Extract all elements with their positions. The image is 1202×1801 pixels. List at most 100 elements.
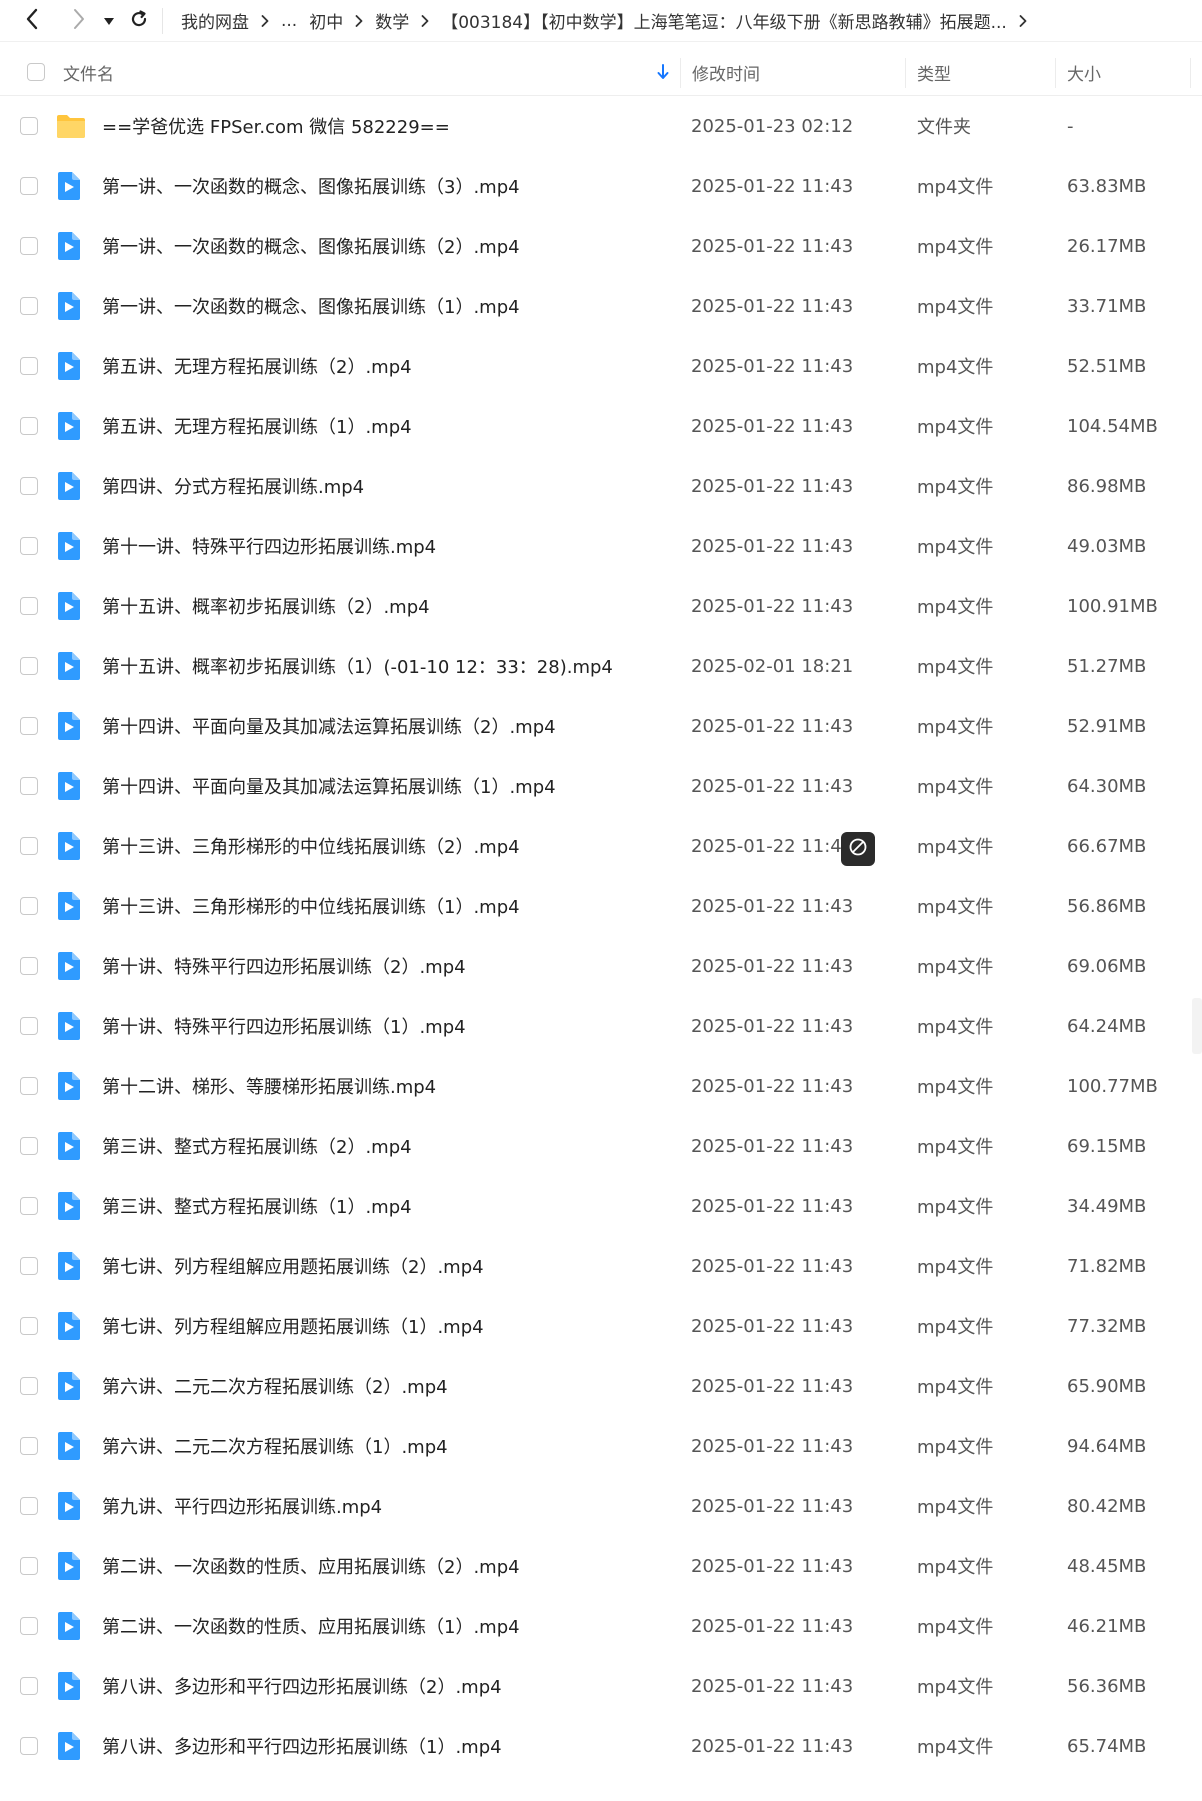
row-checkbox[interactable] — [20, 177, 38, 195]
column-header-type[interactable]: 类型 — [917, 48, 951, 96]
column-header-size[interactable]: 大小 — [1067, 48, 1101, 96]
table-row[interactable]: 第二讲、一次函数的性质、应用拓展训练（1）.mp4 2025-01-22 11:4… — [0, 1596, 1202, 1656]
file-name[interactable]: 第十五讲、概率初步拓展训练（2）.mp4 — [102, 576, 430, 636]
table-row[interactable]: 第十三讲、三角形梯形的中位线拓展训练（1）.mp4 2025-01-22 11:4… — [0, 876, 1202, 936]
table-row[interactable]: 第八讲、多边形和平行四边形拓展训练（1）.mp4 2025-01-22 11:43… — [0, 1716, 1202, 1776]
table-row[interactable]: 第八讲、多边形和平行四边形拓展训练（2）.mp4 2025-01-22 11:43… — [0, 1656, 1202, 1716]
table-row[interactable]: 第一讲、一次函数的概念、图像拓展训练（1）.mp4 2025-01-22 11:4… — [0, 276, 1202, 336]
history-dropdown-button[interactable] — [94, 0, 124, 42]
table-row[interactable]: 第十三讲、三角形梯形的中位线拓展训练（2）.mp4 2025-01-22 11:4… — [0, 816, 1202, 876]
row-checkbox[interactable] — [20, 1737, 38, 1755]
row-checkbox[interactable] — [20, 1437, 38, 1455]
row-checkbox[interactable] — [20, 117, 38, 135]
file-name[interactable]: 第五讲、无理方程拓展训练（1）.mp4 — [102, 396, 412, 456]
row-checkbox[interactable] — [20, 1077, 38, 1095]
table-row[interactable]: 第三讲、整式方程拓展训练（1）.mp4 2025-01-22 11:43 mp4文件… — [0, 1176, 1202, 1236]
table-row[interactable]: 第七讲、列方程组解应用题拓展训练（1）.mp4 2025-01-22 11:43 m… — [0, 1296, 1202, 1356]
table-row[interactable]: 第九讲、平行四边形拓展训练.mp4 2025-01-22 11:43 mp4文件 80… — [0, 1476, 1202, 1536]
row-checkbox[interactable] — [20, 1377, 38, 1395]
table-row[interactable]: 第四讲、分式方程拓展训练.mp4 2025-01-22 11:43 mp4文件 86.… — [0, 456, 1202, 516]
table-row[interactable]: 第十讲、特殊平行四边形拓展训练（2）.mp4 2025-01-22 11:43 mp… — [0, 936, 1202, 996]
breadcrumb-item-root[interactable]: 我的网盘 — [175, 8, 255, 33]
file-name[interactable]: 第二讲、一次函数的性质、应用拓展训练（1）.mp4 — [102, 1596, 520, 1656]
file-name[interactable]: 第三讲、整式方程拓展训练（1）.mp4 — [102, 1176, 412, 1236]
refresh-button[interactable] — [124, 0, 154, 42]
breadcrumb-item-junior[interactable]: 初中 — [303, 8, 349, 33]
table-row[interactable]: 第二讲、一次函数的性质、应用拓展训练（2）.mp4 2025-01-22 11:4… — [0, 1536, 1202, 1596]
breadcrumb-item-current[interactable]: 【003184】【初中数学】上海笔笔逗：八年级下册《新思路教辅》拓展题... — [435, 8, 1013, 33]
row-checkbox[interactable] — [20, 957, 38, 975]
file-name[interactable]: 第二讲、一次函数的性质、应用拓展训练（2）.mp4 — [102, 1536, 520, 1596]
row-checkbox[interactable] — [20, 1257, 38, 1275]
table-row[interactable]: 第十讲、特殊平行四边形拓展训练（1）.mp4 2025-01-22 11:43 mp… — [0, 996, 1202, 1056]
table-row[interactable]: 第五讲、无理方程拓展训练（2）.mp4 2025-01-22 11:43 mp4文件… — [0, 336, 1202, 396]
table-row[interactable]: 第十二讲、梯形、等腰梯形拓展训练.mp4 2025-01-22 11:43 mp4文… — [0, 1056, 1202, 1116]
row-checkbox[interactable] — [20, 1557, 38, 1575]
back-button[interactable] — [0, 0, 64, 42]
file-name[interactable]: 第三讲、整式方程拓展训练（2）.mp4 — [102, 1116, 412, 1176]
table-row[interactable]: 第一讲、一次函数的概念、图像拓展训练（3）.mp4 2025-01-22 11:4… — [0, 156, 1202, 216]
row-checkbox[interactable] — [20, 597, 38, 615]
row-checkbox[interactable] — [20, 717, 38, 735]
row-checkbox[interactable] — [20, 777, 38, 795]
file-name[interactable]: 第十四讲、平面向量及其加减法运算拓展训练（1）.mp4 — [102, 756, 556, 816]
row-checkbox[interactable] — [20, 1137, 38, 1155]
file-name[interactable]: 第十讲、特殊平行四边形拓展训练（1）.mp4 — [102, 996, 466, 1056]
row-checkbox[interactable] — [20, 237, 38, 255]
row-checkbox[interactable] — [20, 837, 38, 855]
file-name[interactable]: 第十二讲、梯形、等腰梯形拓展训练.mp4 — [102, 1056, 436, 1116]
row-checkbox[interactable] — [20, 1317, 38, 1335]
file-name[interactable]: 第一讲、一次函数的概念、图像拓展训练（2）.mp4 — [102, 216, 520, 276]
file-name[interactable]: 第六讲、二元二次方程拓展训练（1）.mp4 — [102, 1416, 448, 1476]
file-name[interactable]: 第一讲、一次函数的概念、图像拓展训练（1）.mp4 — [102, 276, 520, 336]
table-row[interactable]: 第十五讲、概率初步拓展训练（2）.mp4 2025-01-22 11:43 mp4文… — [0, 576, 1202, 636]
file-name[interactable]: 第十五讲、概率初步拓展训练（1）(-01-10 12：33：28).mp4 — [102, 636, 613, 696]
file-name[interactable]: 第八讲、多边形和平行四边形拓展训练（2）.mp4 — [102, 1656, 502, 1716]
sort-down-icon[interactable] — [657, 48, 669, 96]
table-row[interactable]: 第一讲、一次函数的概念、图像拓展训练（2）.mp4 2025-01-22 11:4… — [0, 216, 1202, 276]
table-row[interactable]: 第十四讲、平面向量及其加减法运算拓展训练（2）.mp4 2025-01-22 11… — [0, 696, 1202, 756]
select-all-checkbox[interactable] — [27, 63, 45, 81]
file-name[interactable]: 第五讲、无理方程拓展训练（2）.mp4 — [102, 336, 412, 396]
file-name[interactable]: 第九讲、平行四边形拓展训练.mp4 — [102, 1476, 382, 1536]
row-checkbox[interactable] — [20, 477, 38, 495]
table-row[interactable]: 第七讲、列方程组解应用题拓展训练（2）.mp4 2025-01-22 11:43 m… — [0, 1236, 1202, 1296]
forward-button[interactable] — [64, 0, 94, 42]
file-name[interactable]: 第四讲、分式方程拓展训练.mp4 — [102, 456, 364, 516]
file-name[interactable]: 第六讲、二元二次方程拓展训练（2）.mp4 — [102, 1356, 448, 1416]
file-name[interactable]: 第十三讲、三角形梯形的中位线拓展训练（2）.mp4 — [102, 816, 520, 876]
table-row[interactable]: 第十一讲、特殊平行四边形拓展训练.mp4 2025-01-22 11:43 mp4文… — [0, 516, 1202, 576]
file-name[interactable]: 第十一讲、特殊平行四边形拓展训练.mp4 — [102, 516, 436, 576]
row-checkbox[interactable] — [20, 1497, 38, 1515]
file-name[interactable]: 第七讲、列方程组解应用题拓展训练（2）.mp4 — [102, 1236, 484, 1296]
table-row[interactable]: 第十五讲、概率初步拓展训练（1）(-01-10 12：33：28).mp4 202… — [0, 636, 1202, 696]
row-checkbox[interactable] — [20, 1197, 38, 1215]
table-row[interactable]: 第十四讲、平面向量及其加减法运算拓展训练（1）.mp4 2025-01-22 11… — [0, 756, 1202, 816]
file-name[interactable]: 第十讲、特殊平行四边形拓展训练（2）.mp4 — [102, 936, 466, 996]
file-name[interactable]: 第八讲、多边形和平行四边形拓展训练（1）.mp4 — [102, 1716, 502, 1776]
row-checkbox[interactable] — [20, 417, 38, 435]
scrollbar-thumb[interactable] — [1192, 998, 1202, 1054]
row-checkbox[interactable] — [20, 297, 38, 315]
row-checkbox[interactable] — [20, 1677, 38, 1695]
file-name[interactable]: 第一讲、一次函数的概念、图像拓展训练（3）.mp4 — [102, 156, 520, 216]
table-row[interactable]: ==学爸优选 FPSer.com 微信 582229== 2025-01-23 0… — [0, 96, 1202, 156]
file-name[interactable]: ==学爸优选 FPSer.com 微信 582229== — [102, 96, 450, 156]
column-header-name[interactable]: 文件名 — [63, 48, 114, 96]
row-checkbox[interactable] — [20, 1017, 38, 1035]
row-checkbox[interactable] — [20, 357, 38, 375]
table-row[interactable]: 第六讲、二元二次方程拓展训练（1）.mp4 2025-01-22 11:43 mp4… — [0, 1416, 1202, 1476]
row-checkbox[interactable] — [20, 1617, 38, 1635]
row-checkbox[interactable] — [20, 537, 38, 555]
file-name[interactable]: 第十四讲、平面向量及其加减法运算拓展训练（2）.mp4 — [102, 696, 556, 756]
breadcrumb-item-ellipsis[interactable]: ... — [275, 11, 303, 31]
table-row[interactable]: 第三讲、整式方程拓展训练（2）.mp4 2025-01-22 11:43 mp4文件… — [0, 1116, 1202, 1176]
file-name[interactable]: 第十三讲、三角形梯形的中位线拓展训练（1）.mp4 — [102, 876, 520, 936]
breadcrumb-item-math[interactable]: 数学 — [369, 8, 415, 33]
table-row[interactable]: 第五讲、无理方程拓展训练（1）.mp4 2025-01-22 11:43 mp4文件… — [0, 396, 1202, 456]
column-header-modified[interactable]: 修改时间 — [692, 48, 760, 96]
row-checkbox[interactable] — [20, 897, 38, 915]
file-name[interactable]: 第七讲、列方程组解应用题拓展训练（1）.mp4 — [102, 1296, 484, 1356]
row-checkbox[interactable] — [20, 657, 38, 675]
table-row[interactable]: 第六讲、二元二次方程拓展训练（2）.mp4 2025-01-22 11:43 mp4… — [0, 1356, 1202, 1416]
